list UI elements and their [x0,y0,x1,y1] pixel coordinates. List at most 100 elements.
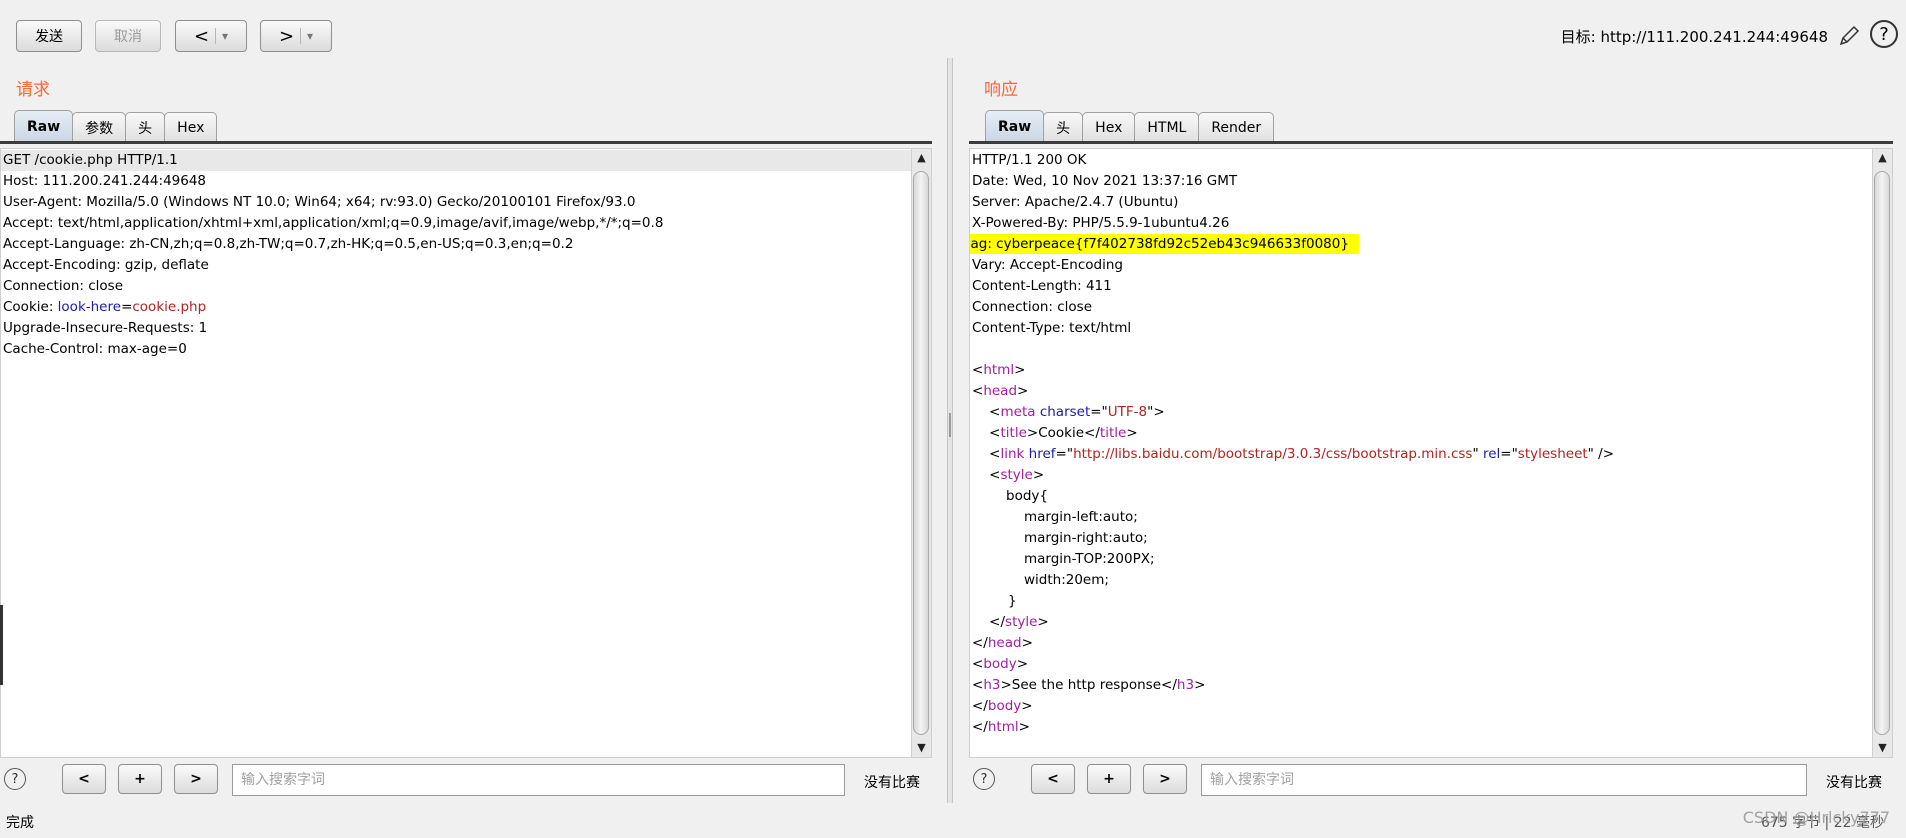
html-tag-close: html [987,719,1019,735]
tab-hex[interactable]: Hex [164,112,218,142]
html-line: <body> [972,656,1029,672]
request-line: Cache-Control: max-age=0 [3,341,187,357]
html-line: </html> [972,719,1030,735]
css-line: margin-right:auto; [1024,530,1148,546]
tab-hex[interactable]: Hex [1082,112,1136,142]
request-line: Accept: text/html,application/xhtml+xml,… [3,215,664,231]
tab-underline [0,141,932,144]
scroll-thumb[interactable] [913,171,929,735]
body-tag-close: body [987,698,1022,714]
no-match-label: 没有比赛 [864,775,920,791]
target-info: 目标: http://111.200.241.244:49648 [1561,26,1828,47]
html-line: <style> [972,467,1045,483]
request-title: 请求 [16,80,50,100]
cookie-line: Cookie: look-here=cookie.php [1,297,931,318]
search-input[interactable]: 输入搜索字词 [1201,764,1807,796]
search-input[interactable]: 输入搜索字词 [232,764,845,796]
style-tag-close: style [1005,614,1038,630]
link-href-attr: href [1028,446,1056,462]
forward-label: > [278,25,295,47]
response-editor[interactable]: HTTP/1.1 200 OK Date: Wed, 10 Nov 2021 1… [969,148,1893,758]
body-tag: body [983,656,1017,672]
request-line: User-Agent: Mozilla/5.0 (Windows NT 10.0… [3,194,636,210]
splitter-grip [949,413,951,437]
html-line: <html> [972,362,1026,378]
title-tag-close: title [1099,425,1127,441]
tab-headers[interactable]: 头 [1043,112,1084,142]
flag-highlight: flag: cyberpeace{f7f402738fd92c52eb43c94… [970,234,1359,254]
request-line: Accept-Encoding: gzip, deflate [3,257,209,273]
html-line: </head> [972,635,1033,651]
html-line: <title>Cookie</title> [972,425,1138,441]
meta-attr: charset [1039,404,1091,420]
search-next-button[interactable]: > [1143,764,1187,794]
search-add-button[interactable]: + [1087,764,1131,794]
html-tag: html [983,362,1015,378]
scroll-up-icon[interactable]: ▲ [912,149,931,167]
cookie-name: look-here [57,299,122,315]
html-line: </body> [972,698,1033,714]
scroll-up-icon[interactable]: ▲ [1873,149,1892,167]
tab-params[interactable]: 参数 [72,112,127,142]
cookie-eq: = [121,299,133,315]
tab-raw[interactable]: Raw [14,110,74,142]
response-line: Date: Wed, 10 Nov 2021 13:37:16 GMT [972,173,1238,189]
html-line: <meta charset="UTF-8"> [972,404,1165,420]
watermark: CSDN @Hrlcky777 [1742,808,1890,827]
request-line: Upgrade-Insecure-Requests: 1 [3,320,208,336]
response-line: Vary: Accept-Encoding [972,257,1123,273]
response-scrollbar[interactable]: ▲ ▼ [1872,149,1892,757]
meta-value: UTF-8 [1107,404,1148,420]
request-line: Connection: close [3,278,123,294]
title-tag: title [1000,425,1027,441]
forward-button[interactable]: > ▾ [260,20,332,52]
flag-line: flag: cyberpeace{f7f402738fd92c52eb43c94… [970,234,1892,255]
chevron-down-icon[interactable]: ▾ [222,29,228,43]
request-tabs: Raw 参数 头 Hex [14,110,218,142]
html-line: <link href="http://libs.baidu.com/bootst… [972,446,1615,462]
response-tabs: Raw 头 Hex HTML Render [985,110,1275,142]
back-label: < [193,25,210,47]
cancel-button[interactable]: 取消 [95,20,161,52]
head-tag: head [983,383,1018,399]
request-editor[interactable]: GET /cookie.php HTTP/1.1 Host: 111.200.2… [0,148,932,758]
scroll-down-icon[interactable]: ▼ [1873,739,1892,757]
search-add-button[interactable]: + [118,764,162,794]
head-tag-close: head [987,635,1022,651]
css-line: width:20em; [1024,572,1109,588]
separator [300,28,302,44]
css-line: body{ [1006,488,1048,504]
back-button[interactable]: < ▾ [175,20,247,52]
help-icon[interactable]: ? [973,768,995,790]
tab-render[interactable]: Render [1198,112,1275,142]
send-button[interactable]: 发送 [16,20,82,52]
help-icon[interactable]: ? [1870,20,1898,48]
response-line: Content-Length: 411 [972,278,1112,294]
tab-raw[interactable]: Raw [985,110,1045,142]
pencil-icon[interactable] [1837,24,1861,48]
tab-html[interactable]: HTML [1134,112,1200,142]
css-line: margin-left:auto; [1024,509,1138,525]
help-icon[interactable]: ? [4,768,26,790]
response-line: Connection: close [972,299,1092,315]
link-rel-attr: rel [1482,446,1501,462]
h3-text: See the http response [1011,677,1162,693]
cookie-value: cookie.php [132,299,207,315]
search-prev-button[interactable]: < [62,764,106,794]
request-line: Host: 111.200.241.244:49648 [3,173,207,189]
search-prev-button[interactable]: < [1031,764,1075,794]
response-title: 响应 [984,80,1018,100]
scroll-down-icon[interactable]: ▼ [912,739,931,757]
separator [215,28,217,44]
request-scrollbar[interactable]: ▲ ▼ [911,149,931,757]
link-href: http://libs.baidu.com/bootstrap/3.0.3/cs… [1073,446,1473,462]
search-next-button[interactable]: > [174,764,218,794]
request-line: Accept-Language: zh-CN,zh;q=0.8,zh-TW;q=… [3,236,574,252]
pane-splitter[interactable] [947,58,953,803]
scroll-thumb[interactable] [1874,171,1890,735]
tab-headers[interactable]: 头 [125,112,166,142]
title-text: Cookie [1038,425,1085,441]
tab-underline [969,141,1893,144]
chevron-down-icon[interactable]: ▾ [307,29,313,43]
h3-tag-close: h3 [1176,677,1195,693]
